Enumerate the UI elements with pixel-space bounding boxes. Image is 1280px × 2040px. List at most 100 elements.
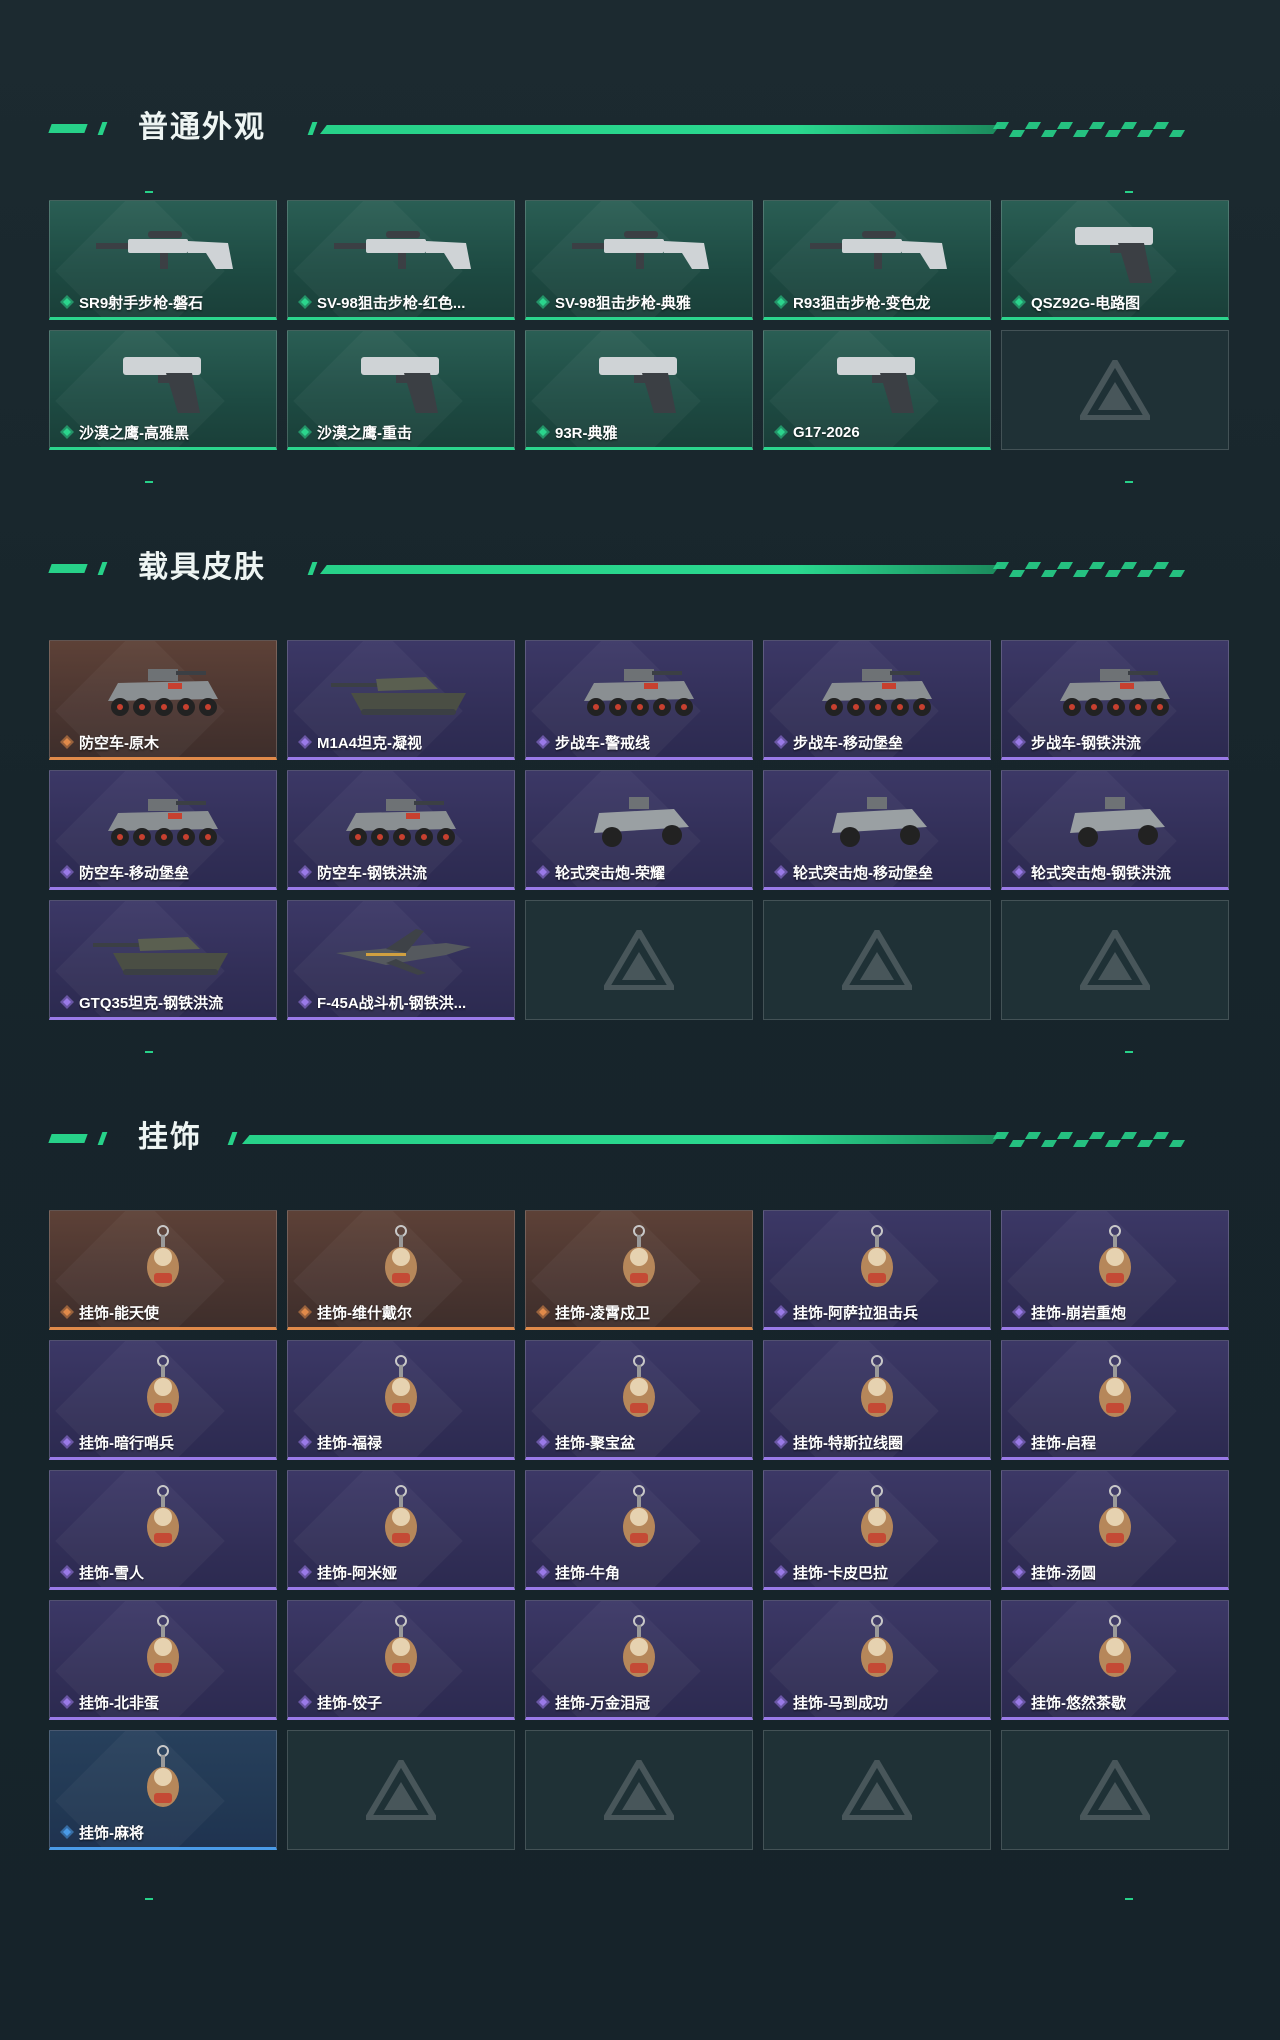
item-card[interactable]: 步战车-移动堡垒 — [763, 640, 991, 760]
item-name: 挂饰-特斯拉线圈 — [793, 1434, 903, 1452]
checker-square — [1008, 1140, 1026, 1147]
charm-icon — [326, 1223, 476, 1299]
checker-square — [992, 562, 1010, 569]
item-card[interactable]: 挂饰-北非蛋 — [49, 1600, 277, 1720]
item-name: 挂饰-暗行哨兵 — [79, 1434, 174, 1452]
item-name: 挂饰-北非蛋 — [79, 1694, 159, 1712]
rarity-diamond-icon — [1012, 735, 1026, 749]
armored-vehicle-icon — [88, 783, 238, 859]
item-card[interactable]: 挂饰-汤圆 — [1001, 1470, 1229, 1590]
rarity-diamond-icon — [298, 1695, 312, 1709]
pistol-icon — [802, 343, 952, 419]
checker-square — [1024, 122, 1042, 129]
corner-tick — [1125, 481, 1133, 483]
item-name: 挂饰-启程 — [1031, 1434, 1096, 1452]
item-label: M1A4坦克-凝视 — [298, 731, 508, 753]
rarity-diamond-icon — [774, 865, 788, 879]
item-card[interactable]: 挂饰-马到成功 — [763, 1600, 991, 1720]
item-card[interactable]: 轮式突击炮-移动堡垒 — [763, 770, 991, 890]
item-card[interactable]: 挂饰-万金泪冠 — [525, 1600, 753, 1720]
charm-icon — [1040, 1483, 1190, 1559]
charm-icon — [88, 1483, 238, 1559]
item-card[interactable]: 挂饰-牛角 — [525, 1470, 753, 1590]
checker-square — [1088, 122, 1106, 129]
item-card[interactable]: 挂饰-聚宝盆 — [525, 1340, 753, 1460]
item-card[interactable]: SV-98狙击步枪-典雅 — [525, 200, 753, 320]
item-card[interactable]: 挂饰-凌霄戍卫 — [525, 1210, 753, 1330]
item-name: 挂饰-麻将 — [79, 1824, 144, 1842]
checker-square — [1088, 1132, 1106, 1139]
item-label: 沙漠之鹰-重击 — [298, 421, 508, 443]
item-card[interactable]: G17-2026 — [763, 330, 991, 450]
rarity-diamond-icon — [298, 1305, 312, 1319]
rarity-diamond-icon — [298, 735, 312, 749]
item-name: SR9射手步枪-磐石 — [79, 294, 204, 312]
item-card[interactable]: 挂饰-福禄 — [287, 1340, 515, 1460]
item-card[interactable]: 挂饰-悠然茶歇 — [1001, 1600, 1229, 1720]
empty-slot — [525, 1730, 753, 1850]
item-card[interactable]: SR9射手步枪-磐石 — [49, 200, 277, 320]
item-card[interactable]: M1A4坦克-凝视 — [287, 640, 515, 760]
item-card[interactable]: 挂饰-雪人 — [49, 1470, 277, 1590]
item-label: G17-2026 — [774, 421, 984, 443]
item-card[interactable]: 挂饰-饺子 — [287, 1600, 515, 1720]
item-card[interactable]: 挂饰-维什戴尔 — [287, 1210, 515, 1330]
item-name: 挂饰-饺子 — [317, 1694, 382, 1712]
rarity-diamond-icon — [536, 1305, 550, 1319]
item-name: 步战车-钢铁洪流 — [1031, 734, 1141, 752]
rarity-diamond-icon — [60, 1305, 74, 1319]
item-name: 挂饰-阿米娅 — [317, 1564, 397, 1582]
item-card[interactable]: GTQ35坦克-钢铁洪流 — [49, 900, 277, 1020]
item-label: 挂饰-卡皮巴拉 — [774, 1561, 984, 1583]
header-checker-pattern — [992, 562, 1195, 580]
item-label: 挂饰-万金泪冠 — [536, 1691, 746, 1713]
item-card[interactable]: 挂饰-启程 — [1001, 1340, 1229, 1460]
item-card[interactable]: 挂饰-能天使 — [49, 1210, 277, 1330]
checker-square — [992, 1132, 1010, 1139]
item-card[interactable]: 93R-典雅 — [525, 330, 753, 450]
item-card[interactable]: F-45A战斗机-钢铁洪... — [287, 900, 515, 1020]
item-card[interactable]: 轮式突击炮-钢铁洪流 — [1001, 770, 1229, 890]
item-card[interactable]: SV-98狙击步枪-红色... — [287, 200, 515, 320]
armored-vehicle-icon — [326, 783, 476, 859]
item-card[interactable]: QSZ92G-电路图 — [1001, 200, 1229, 320]
item-label: 步战车-钢铁洪流 — [1012, 731, 1222, 753]
rifle-icon — [88, 213, 238, 289]
rarity-diamond-icon — [1012, 1565, 1026, 1579]
item-label: 挂饰-维什戴尔 — [298, 1301, 508, 1323]
item-card[interactable]: 挂饰-麻将 — [49, 1730, 277, 1850]
checker-square — [1056, 122, 1074, 129]
item-name: 挂饰-悠然茶歇 — [1031, 1694, 1126, 1712]
item-card[interactable]: 步战车-钢铁洪流 — [1001, 640, 1229, 760]
item-card[interactable]: 防空车-原木 — [49, 640, 277, 760]
armored-vehicle-icon — [1040, 653, 1190, 729]
item-card[interactable]: 挂饰-阿米娅 — [287, 1470, 515, 1590]
charm-icon — [88, 1613, 238, 1689]
item-card[interactable]: 沙漠之鹰-高雅黑 — [49, 330, 277, 450]
item-card[interactable]: 挂饰-特斯拉线圈 — [763, 1340, 991, 1460]
corner-tick — [1125, 1898, 1133, 1900]
item-card[interactable]: 防空车-移动堡垒 — [49, 770, 277, 890]
item-name: QSZ92G-电路图 — [1031, 294, 1141, 312]
checker-square — [1024, 562, 1042, 569]
item-card[interactable]: 轮式突击炮-荣耀 — [525, 770, 753, 890]
corner-tick — [145, 1898, 153, 1900]
item-card[interactable]: 步战车-警戒线 — [525, 640, 753, 760]
checker-square — [1008, 570, 1026, 577]
item-card[interactable]: 沙漠之鹰-重击 — [287, 330, 515, 450]
placeholder-logo-icon — [838, 926, 916, 991]
item-name: 挂饰-维什戴尔 — [317, 1304, 412, 1322]
corner-tick — [145, 1051, 153, 1053]
item-name: 防空车-移动堡垒 — [79, 864, 189, 882]
item-card[interactable]: 挂饰-卡皮巴拉 — [763, 1470, 991, 1590]
item-card[interactable]: 防空车-钢铁洪流 — [287, 770, 515, 890]
item-card[interactable]: 挂饰-阿萨拉狙击兵 — [763, 1210, 991, 1330]
pistol-icon — [1040, 213, 1190, 289]
header-checker-pattern — [992, 122, 1195, 140]
item-card[interactable]: 挂饰-崩岩重炮 — [1001, 1210, 1229, 1330]
item-name: 轮式突击炮-荣耀 — [555, 864, 665, 882]
checker-square — [1072, 1140, 1090, 1147]
item-card[interactable]: R93狙击步枪-变色龙 — [763, 200, 991, 320]
item-card[interactable]: 挂饰-暗行哨兵 — [49, 1340, 277, 1460]
rarity-diamond-icon — [298, 865, 312, 879]
